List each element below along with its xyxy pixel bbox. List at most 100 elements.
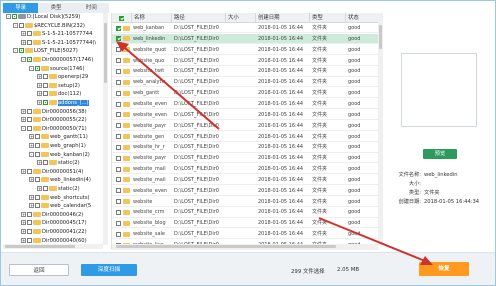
row-checkbox[interactable] bbox=[116, 188, 121, 194]
table-row[interactable]: website_mail D:\LOST_FILE\Dir0 2018-01-05 … bbox=[112, 164, 379, 175]
tree-item[interactable]: + doc(112) bbox=[37, 90, 81, 98]
tree-checkbox[interactable] bbox=[19, 48, 24, 54]
tree-item[interactable]: - source(1746) bbox=[29, 65, 84, 73]
expand-icon[interactable]: + bbox=[29, 143, 34, 148]
tree-checkbox[interactable] bbox=[43, 74, 48, 80]
expand-icon[interactable]: + bbox=[29, 203, 34, 209]
collapse-icon[interactable]: - bbox=[6, 14, 11, 19]
tree-checkbox[interactable] bbox=[27, 108, 32, 114]
tree-checkbox[interactable] bbox=[27, 125, 32, 131]
tree-checkbox[interactable] bbox=[43, 82, 48, 88]
tree-item[interactable]: + web_calendar(5 bbox=[29, 202, 91, 210]
column-type[interactable]: 类型 bbox=[310, 13, 346, 23]
table-row[interactable]: web_analytic D:\LOST_FILE\Dir0 2018-01-05 … bbox=[112, 77, 379, 88]
collapse-icon[interactable]: - bbox=[13, 22, 18, 28]
row-checkbox[interactable] bbox=[116, 123, 121, 129]
tree-checkbox[interactable] bbox=[35, 134, 40, 140]
tree-item[interactable]: + S-1-5-21-10577744(\ bbox=[21, 39, 96, 47]
expand-icon[interactable]: + bbox=[29, 134, 34, 140]
tree-item[interactable]: + S-1-5-21-10577744 bbox=[21, 30, 92, 38]
tree-item[interactable]: + static(2) bbox=[37, 159, 80, 167]
tab-path[interactable]: 导录 bbox=[3, 3, 39, 13]
table-horizontal-scrollbar[interactable] bbox=[112, 244, 378, 249]
row-checkbox[interactable] bbox=[116, 58, 121, 64]
tab-type[interactable]: 类型 bbox=[38, 3, 73, 13]
tree-checkbox[interactable] bbox=[43, 160, 48, 166]
tree-checkbox[interactable] bbox=[27, 211, 32, 217]
tree-item[interactable]: + static(2) bbox=[37, 185, 80, 193]
row-checkbox[interactable] bbox=[116, 199, 121, 205]
tree-item[interactable]: - $RECYCLE.BIN(232) bbox=[13, 22, 85, 30]
table-row[interactable]: website_twit D:\LOST_FILE\Dir0 2018-01-05 … bbox=[112, 66, 379, 77]
tree-checkbox[interactable] bbox=[27, 31, 32, 37]
tree-checkbox[interactable] bbox=[35, 177, 40, 183]
column-path[interactable]: 路径 bbox=[172, 13, 226, 23]
table-row[interactable]: website_even D:\LOST_FILE\Dir0 2018-01-05 … bbox=[112, 186, 379, 196]
tree-horizontal-scrollbar[interactable] bbox=[3, 244, 103, 249]
row-checkbox[interactable] bbox=[116, 79, 121, 85]
table-row[interactable]: website_blog D:\LOST_FILE\Dir0 2018-01-05 … bbox=[112, 218, 379, 229]
tab-time[interactable]: 时间 bbox=[74, 3, 109, 13]
table-hscroll-thumb[interactable] bbox=[116, 245, 336, 248]
tree-checkbox[interactable] bbox=[35, 151, 40, 157]
tree-item[interactable]: + Dir00000046(2) bbox=[21, 211, 83, 219]
expand-icon[interactable]: + bbox=[21, 237, 26, 243]
tree-checkbox[interactable] bbox=[35, 194, 40, 200]
table-row[interactable]: website_gen D:\LOST_FILE\Dir0 2018-01-05 1… bbox=[112, 132, 379, 142]
deep-scan-button[interactable]: 深度扫描 bbox=[81, 264, 137, 276]
table-row[interactable]: website_hr_r D:\LOST_FILE\Dir0 2018-01-05 … bbox=[112, 142, 379, 153]
tree-item[interactable]: + Dir00000045(17) bbox=[21, 219, 87, 227]
select-all-header[interactable] bbox=[112, 13, 132, 23]
column-date[interactable]: 创建日期 bbox=[256, 13, 310, 23]
column-status[interactable]: 状态 bbox=[346, 13, 379, 23]
tree-item[interactable]: - web_kanban(2) bbox=[29, 151, 90, 159]
select-all-checkbox[interactable] bbox=[119, 15, 124, 21]
tree-item[interactable]: + web_graph(1) bbox=[29, 142, 86, 150]
tree-checkbox[interactable] bbox=[27, 237, 32, 243]
table-row[interactable]: website_quot D:\LOST_FILE\Dir0 2018-01-05 … bbox=[112, 45, 379, 55]
tree-scrollbar[interactable] bbox=[103, 13, 108, 245]
tree-checkbox[interactable] bbox=[35, 203, 40, 209]
row-checkbox[interactable] bbox=[116, 68, 121, 74]
row-checkbox[interactable] bbox=[116, 144, 121, 150]
row-checkbox[interactable] bbox=[116, 36, 121, 42]
tree-checkbox[interactable] bbox=[27, 39, 32, 45]
tree-item[interactable]: + Dir00000055(22) bbox=[21, 116, 87, 124]
table-row[interactable]: website_quo D:\LOST_FILE\Dir0 2018-01-05 1… bbox=[112, 56, 379, 66]
table-scroll-thumb[interactable] bbox=[379, 25, 382, 49]
row-checkbox[interactable] bbox=[116, 101, 121, 107]
column-size[interactable]: 大小 bbox=[226, 13, 256, 23]
column-name[interactable]: 名称 bbox=[132, 13, 172, 23]
tree-item[interactable]: - LOST_FILE(5027) bbox=[13, 47, 78, 55]
table-row[interactable]: website_crm D:\LOST_FILE\Dir0 2018-01-05 1… bbox=[112, 207, 379, 218]
tree-item[interactable]: + Dir00000056(38) bbox=[21, 108, 87, 116]
row-checkbox[interactable] bbox=[116, 134, 121, 140]
expand-icon[interactable]: + bbox=[37, 82, 42, 88]
tree-item[interactable]: - D:[Local Disk](5259) bbox=[6, 13, 80, 21]
expand-icon[interactable]: + bbox=[37, 74, 42, 80]
tree-checkbox[interactable] bbox=[27, 168, 32, 174]
row-checkbox[interactable] bbox=[116, 220, 121, 226]
tree-checkbox[interactable] bbox=[35, 65, 40, 71]
table-row[interactable]: website_mail D:\LOST_FILE\Dir0 2018-01-05 … bbox=[112, 175, 379, 186]
table-row[interactable]: web_gantt D:\LOST_FILE\Dir0 2018-01-05 16:… bbox=[112, 88, 379, 99]
row-checkbox[interactable] bbox=[116, 155, 121, 161]
tree-checkbox[interactable] bbox=[27, 229, 32, 234]
tree-checkbox[interactable] bbox=[43, 91, 48, 97]
preview-button[interactable]: 预览 bbox=[423, 149, 457, 159]
collapse-icon[interactable]: - bbox=[29, 151, 34, 157]
back-button[interactable]: 返回 bbox=[9, 264, 69, 276]
row-checkbox[interactable] bbox=[116, 47, 121, 53]
expand-icon[interactable]: + bbox=[21, 117, 26, 123]
collapse-icon[interactable]: - bbox=[13, 48, 18, 54]
tree-checkbox[interactable] bbox=[27, 220, 32, 226]
row-checkbox[interactable] bbox=[116, 112, 121, 118]
expand-icon[interactable]: + bbox=[37, 100, 42, 105]
expand-icon[interactable]: + bbox=[29, 177, 34, 183]
table-row[interactable]: web_linkedin D:\LOST_FILE\Dir0 2018-01-05 … bbox=[112, 33, 379, 45]
tree-item[interactable]: + addons_(...) bbox=[37, 99, 89, 107]
row-checkbox[interactable] bbox=[116, 231, 121, 237]
tree-item[interactable]: + Dir00000041(22) bbox=[21, 228, 87, 236]
tree-checkbox[interactable] bbox=[27, 117, 32, 123]
tree-checkbox[interactable] bbox=[12, 14, 17, 19]
